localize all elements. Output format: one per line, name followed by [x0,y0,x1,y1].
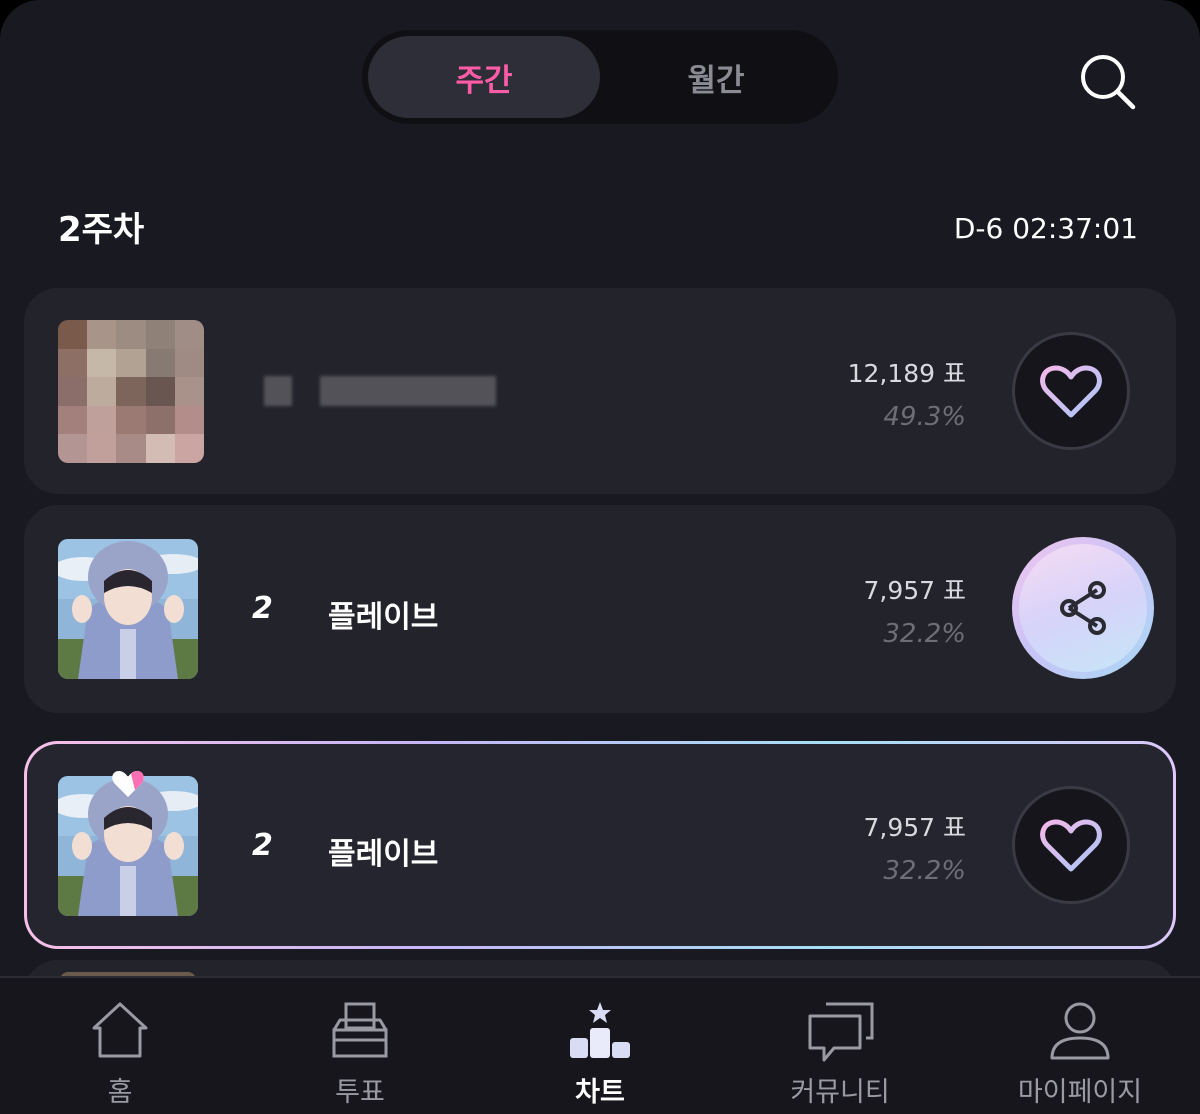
week-title: 2주차 [58,210,145,250]
tab-monthly[interactable]: 월간 [600,36,832,118]
search-icon[interactable] [1076,50,1138,112]
tab-weekly[interactable]: 주간 [368,36,600,118]
artist-name: 플레이브 [328,600,439,635]
share-icon [1060,581,1106,635]
artist-name: 플레이브 [328,837,439,872]
rank-card-inner: 2 플레이브 7,957 표 32.2% [27,744,1173,946]
nav-label: 커뮤니티 [790,1077,890,1108]
rank-card-highlighted[interactable]: 2 플레이브 7,957 표 32.2% [24,741,1176,949]
ballot-box-icon [332,1002,388,1058]
rank-number: 2 [252,828,273,863]
favorite-heart-badge-icon [112,771,144,797]
chart-screen: 주간 월간 2주차 D-6 02:37:01 12,189 표 49.3% 2 … [0,0,1200,1114]
period-segmented-control: 주간 월간 [362,30,838,124]
nav-label: 홈 [107,1077,133,1108]
vote-count: 7,957 표 [863,576,966,605]
bottom-navigation: 홈 투표 차트 커뮤니티 마이페이지 [0,976,1200,1114]
artist-thumbnail-pixelated [58,320,204,463]
blurred-artist-name [320,376,496,406]
blurred-rank [264,376,292,406]
chart-podium-icon [570,1002,630,1058]
vote-heart-button[interactable] [1012,332,1130,450]
share-button[interactable] [1012,537,1154,679]
rank-number: 2 [252,591,273,626]
vote-percent: 49.3% [883,402,966,432]
user-icon [1050,1002,1110,1060]
vote-percent: 32.2% [883,856,966,886]
countdown-timer: D-6 02:37:01 [953,212,1138,245]
heart-icon [1040,819,1102,872]
vote-count: 12,189 표 [847,359,966,388]
nav-label: 투표 [335,1077,385,1108]
nav-home[interactable]: 홈 [20,978,220,1114]
heart-icon [1040,365,1102,418]
nav-chart[interactable]: 차트 [500,978,700,1114]
vote-percent: 32.2% [883,619,966,649]
vote-heart-button[interactable] [1012,786,1130,904]
vote-count: 7,957 표 [863,813,966,842]
nav-community[interactable]: 커뮤니티 [740,978,940,1114]
chat-bubbles-icon [808,1002,874,1062]
home-icon [92,1002,148,1058]
rank-card-2[interactable]: 2 플레이브 7,957 표 32.2% [24,505,1176,713]
nav-my-page[interactable]: 마이페이지 [980,978,1180,1114]
rank-card-1[interactable]: 12,189 표 49.3% [24,288,1176,494]
nav-label: 차트 [575,1077,625,1108]
nav-vote[interactable]: 투표 [260,978,460,1114]
nav-label: 마이페이지 [1017,1077,1143,1108]
artist-thumbnail [58,539,198,679]
